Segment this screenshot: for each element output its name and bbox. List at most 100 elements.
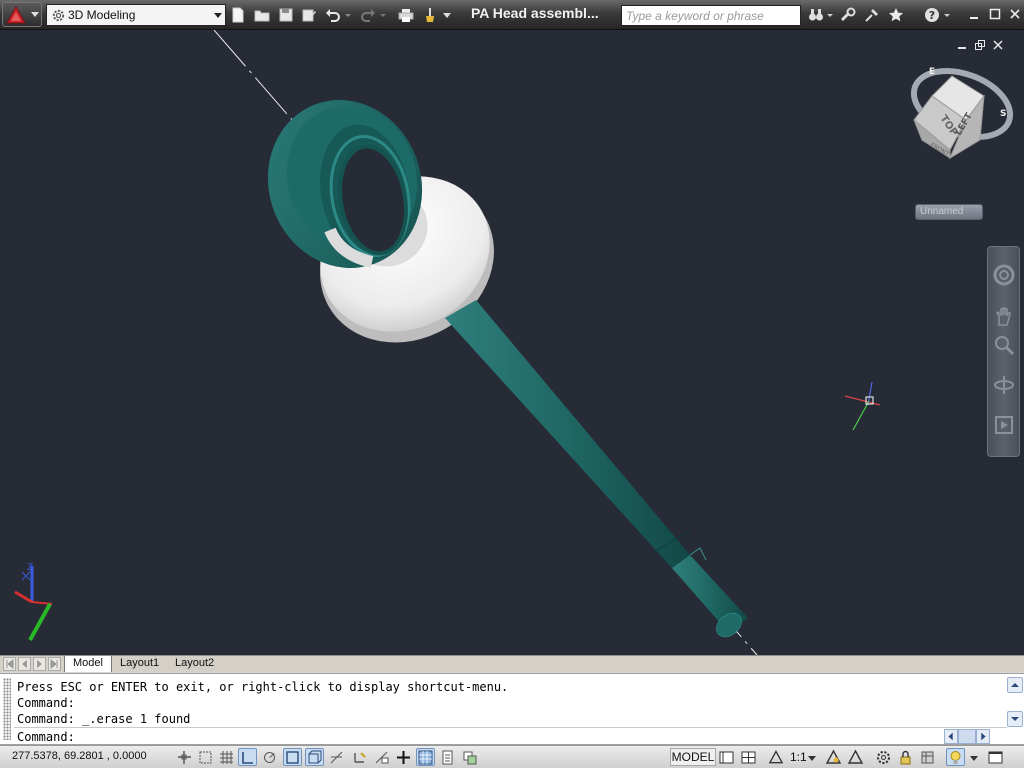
grid-display-toggle[interactable] — [217, 748, 236, 766]
search-options-button[interactable] — [825, 5, 835, 25]
new-drawing-button[interactable] — [228, 5, 248, 25]
selection-cycling-icon — [463, 751, 477, 764]
hardware-acceleration-button[interactable] — [918, 748, 937, 766]
scroll-thumb[interactable] — [958, 729, 976, 744]
tab-layout2[interactable]: Layout2 — [167, 656, 222, 672]
dynamic-ucs-toggle[interactable] — [350, 748, 369, 766]
show-motion-icon[interactable] — [992, 413, 1016, 437]
plot-button[interactable] — [396, 5, 416, 25]
maximize-button[interactable] — [988, 6, 1002, 22]
communication-center-button[interactable] — [862, 5, 882, 25]
transparency-toggle[interactable] — [416, 748, 435, 766]
chevron-left-icon — [948, 732, 953, 741]
auto-add-scales-toggle[interactable] — [846, 748, 865, 766]
infer-constraints-icon — [178, 750, 191, 764]
chevron-down-icon — [1011, 717, 1019, 721]
scroll-right-button[interactable] — [976, 729, 990, 744]
layout-tab-bar: Model Layout1 Layout2 — [0, 655, 1024, 672]
lightbulb-icon — [950, 750, 961, 764]
command-history: Press ESC or ENTER to exit, or right-cli… — [17, 679, 1007, 727]
steering-wheel-icon[interactable] — [992, 263, 1016, 287]
object-snap-tracking-toggle[interactable] — [327, 748, 346, 766]
annotation-scale-menu-button[interactable] — [807, 748, 817, 766]
command-history-line: Command: _.erase 1 found — [17, 712, 191, 726]
3d-object-snap-icon — [308, 750, 322, 763]
binoculars-icon — [809, 9, 823, 21]
undo-list-button[interactable] — [343, 5, 353, 25]
subscription-center-button[interactable] — [838, 5, 858, 25]
polar-tracking-icon — [264, 751, 275, 763]
help-options-button[interactable] — [942, 5, 952, 25]
scroll-left-button[interactable] — [944, 729, 958, 744]
dynamic-input-toggle[interactable] — [372, 748, 391, 766]
search-input[interactable] — [621, 5, 801, 26]
command-window-grip[interactable] — [3, 678, 11, 740]
scroll-down-button[interactable] — [1007, 711, 1023, 727]
ortho-mode-toggle[interactable] — [238, 748, 257, 766]
ortho-icon — [242, 751, 253, 764]
chevron-left-icon — [22, 660, 27, 668]
qat-customize-button[interactable] — [440, 5, 454, 25]
workspace-dropdown[interactable]: 3D Modeling — [46, 4, 226, 26]
infer-constraints-toggle[interactable] — [175, 748, 194, 766]
minimize-button[interactable] — [967, 6, 981, 22]
undo-button[interactable] — [323, 5, 343, 25]
minimize-icon — [958, 47, 966, 49]
annotation-scale-dropdown[interactable]: 1:1 — [790, 750, 807, 764]
viewport-close-button[interactable] — [992, 39, 1004, 51]
annotation-visibility-icon — [825, 749, 842, 764]
snap-mode-toggle[interactable] — [196, 748, 215, 766]
tab-model[interactable]: Model — [64, 656, 112, 672]
lineweight-toggle[interactable] — [394, 748, 413, 766]
favorites-button[interactable] — [886, 5, 906, 25]
dynamic-input-icon — [375, 751, 389, 763]
prev-layout-button[interactable] — [18, 657, 31, 671]
quick-properties-toggle[interactable] — [438, 748, 457, 766]
drawing-viewport[interactable]: Z TOP LEFT FRONT E S Unnamed — [0, 30, 1024, 655]
named-view-dropdown[interactable]: Unnamed — [915, 204, 983, 220]
grid-icon — [220, 750, 233, 764]
search-button[interactable] — [806, 5, 826, 25]
open-drawing-button[interactable] — [252, 5, 272, 25]
isolate-objects-button[interactable] — [946, 748, 965, 766]
viewcube[interactable]: TOP LEFT FRONT E S — [905, 59, 1019, 160]
redo-button[interactable] — [358, 5, 378, 25]
shaft-part[interactable] — [445, 300, 748, 642]
clean-screen-button[interactable] — [986, 748, 1005, 766]
annotation-visibility-toggle[interactable] — [824, 748, 843, 766]
selection-cycling-toggle[interactable] — [460, 748, 479, 766]
zoom-extents-icon[interactable] — [992, 333, 1016, 357]
match-properties-button[interactable] — [420, 5, 440, 25]
orbit-icon[interactable] — [992, 373, 1016, 397]
cursor-coordinates[interactable]: 277.5378, 69.2801 , 0.0000 — [12, 750, 147, 762]
3d-object-snap-toggle[interactable] — [305, 748, 324, 766]
help-button[interactable]: ? — [922, 5, 942, 25]
application-menu-button[interactable] — [2, 2, 42, 27]
ucs-axis-icon: Z — [14, 563, 53, 641]
save-button[interactable] — [276, 5, 296, 25]
save-as-button[interactable] — [299, 5, 319, 25]
viewport-minimize-button[interactable] — [956, 39, 968, 51]
last-layout-button[interactable] — [48, 657, 61, 671]
viewport-restore-button[interactable] — [974, 39, 986, 51]
first-layout-button[interactable] — [3, 657, 16, 671]
command-history-line: Press ESC or ENTER to exit, or right-cli… — [17, 680, 509, 694]
tab-layout1[interactable]: Layout1 — [112, 656, 167, 672]
pan-hand-icon[interactable] — [992, 305, 1016, 329]
redo-list-button[interactable] — [378, 5, 388, 25]
workspace-switching-button[interactable] — [874, 748, 893, 766]
quick-view-drawings-button[interactable] — [739, 748, 758, 766]
application-status-menu-button[interactable] — [968, 748, 980, 766]
command-vertical-scrollbar[interactable] — [1007, 677, 1023, 727]
next-layout-button[interactable] — [33, 657, 46, 671]
lock-toolbar-button[interactable] — [896, 748, 915, 766]
model-space-toggle[interactable]: MODEL — [670, 748, 716, 766]
chevron-right-icon — [981, 732, 986, 741]
object-snap-toggle[interactable] — [283, 748, 302, 766]
close-button[interactable] — [1008, 6, 1022, 22]
command-horizontal-scrollbar[interactable] — [944, 729, 1004, 744]
scroll-up-button[interactable] — [1007, 677, 1023, 693]
quick-view-layouts-button[interactable] — [717, 748, 736, 766]
command-input[interactable] — [89, 729, 929, 745]
polar-tracking-toggle[interactable] — [260, 748, 279, 766]
